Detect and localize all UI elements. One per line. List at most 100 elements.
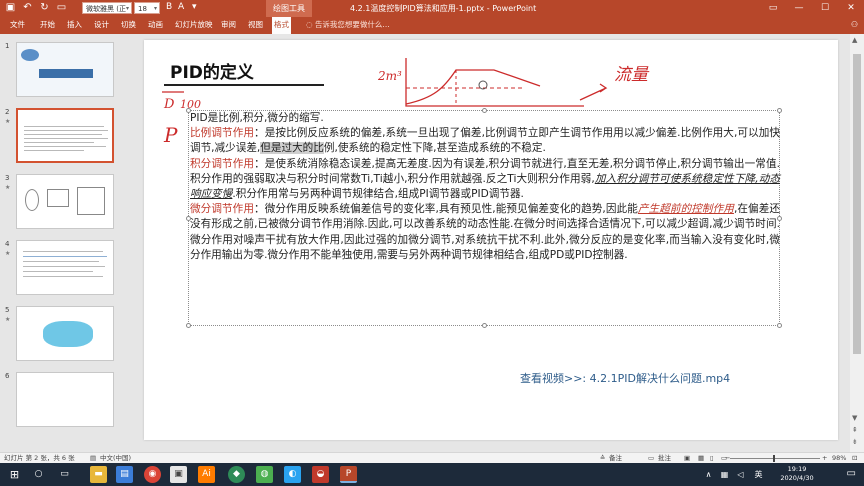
network-icon[interactable]: ▦ (716, 466, 733, 483)
slide-thumbnail-5[interactable] (16, 306, 114, 361)
notes-icon[interactable]: ≙ (600, 453, 605, 463)
start-from-beginning-icon[interactable]: ▭ (55, 1, 68, 15)
thumbnail-text-line (24, 126, 104, 127)
slide-canvas[interactable]: PID的定义 2m³ 流量 P D 100 PID是比例,积分,微分的缩写. 比… (144, 40, 838, 440)
slide-title[interactable]: PID的定义 (170, 58, 254, 83)
ink-note-flow: 流量 (614, 65, 650, 85)
tab-view[interactable]: 视图 (246, 17, 265, 32)
ink-note-volume: 2m³ (377, 69, 402, 83)
tab-review[interactable]: 审阅 (219, 17, 238, 32)
thumbnail-text-line (24, 146, 106, 147)
video-link[interactable]: 查看视频>>: 4.2.1PID解决什么问题.mp4 (520, 370, 730, 386)
d-text: ：微分作用反映系统偏差信号的变化率,具有预见性,能预见偏差变化的趋势,因此能 (254, 203, 638, 216)
app-icon[interactable]: ▤ (116, 466, 133, 483)
app-icon[interactable]: ◒ (312, 466, 329, 483)
chrome-icon[interactable]: ◉ (144, 466, 161, 483)
maximize-icon[interactable]: ☐ (812, 0, 838, 17)
zoom-slider-knob[interactable] (773, 455, 775, 462)
ribbon-options-icon[interactable]: ▭ (760, 0, 786, 17)
app-icon[interactable]: ▣ (170, 466, 187, 483)
spellcheck-icon[interactable]: ▤ (90, 453, 96, 463)
scroll-down-icon[interactable]: ▼ (852, 414, 857, 422)
d-term: 微分调节作用 (190, 203, 255, 216)
thumbnail-text-line (23, 261, 99, 262)
language-indicator[interactable]: 中文(中国) (100, 453, 131, 463)
scrollbar-thumb[interactable] (853, 54, 861, 354)
close-icon[interactable]: ✕ (838, 0, 864, 17)
task-view-icon[interactable]: ▭ (56, 466, 73, 483)
ime-indicator[interactable]: 英 (750, 466, 767, 483)
tell-me-text: 告诉我您想要做什么... (314, 20, 390, 29)
clock[interactable]: 19:19 2020/4/30 (772, 465, 822, 483)
vertical-scrollbar[interactable]: ▲ ▼ ⇞ ⇟ (850, 34, 864, 452)
font-color-icon[interactable]: A (178, 2, 184, 12)
slide-thumbnail-4[interactable] (16, 240, 114, 295)
thumbnail-text-line (23, 271, 93, 272)
tab-insert[interactable]: 插入 (65, 17, 84, 32)
notes-button[interactable]: 备注 (609, 453, 622, 463)
slide-thumbnail-2[interactable] (16, 108, 114, 163)
font-name-combo[interactable]: 微软雅黑 (正文)▾ (82, 2, 132, 25)
slide-counter: 幻灯片 第 2 张，共 6 张 (4, 454, 75, 462)
slide-thumbnail-1[interactable] (16, 42, 114, 97)
share-icon[interactable]: ⚇ (851, 17, 858, 32)
zoom-level[interactable]: 98% (832, 453, 846, 463)
thumbnail-text-line (24, 138, 108, 139)
undo-icon[interactable]: ↶ (21, 1, 34, 15)
thumbnail-text-line (23, 266, 105, 267)
app-icon[interactable]: ◐ (284, 466, 301, 483)
wechat-icon[interactable]: ◍ (256, 466, 273, 483)
slide-thumbnail-6[interactable] (16, 372, 114, 427)
taskbar: ⊞ ○ ▭ ▬ ▤ ◉ ▣ Ai ◆ ◍ ◐ ◒ P ∧ ▦ ◁ 英 19:19… (0, 463, 864, 486)
save-icon[interactable]: ▣ (4, 1, 17, 15)
notification-icon[interactable]: ▭ (847, 468, 856, 479)
tab-animations[interactable]: 动画 (146, 17, 165, 32)
thumbnail-number: 6 (5, 372, 10, 380)
reading-view-icon[interactable]: ▯ (710, 453, 714, 463)
search-icon[interactable]: ○ (30, 466, 47, 483)
thumbnail-text-line (23, 256, 107, 257)
p-text-end: 例,使系统的稳定性下降,甚至造成系统的不稳定. (323, 142, 546, 155)
comments-button[interactable]: 批注 (658, 453, 671, 463)
tab-file[interactable]: 文件 (8, 17, 27, 32)
i-paragraph: 积分调节作用：是使系统消除稳态误差,提高无差度.因为有误差,积分调节就进行,直至… (190, 157, 780, 203)
transition-star-icon: ★ (5, 184, 11, 191)
powerpoint-icon[interactable]: P (340, 466, 357, 483)
app-icon[interactable]: ◆ (228, 466, 245, 483)
tab-slideshow[interactable]: 幻灯片放映 (173, 17, 215, 32)
previous-slide-icon[interactable]: ⇞ (852, 426, 858, 434)
clock-time: 19:19 (787, 465, 807, 473)
tab-format[interactable]: 格式 (272, 17, 291, 34)
resize-handle[interactable] (186, 323, 191, 328)
body-text[interactable]: PID是比例,积分,微分的缩写. 比例调节作用：是按比例反应系统的偏差,系统一旦… (190, 111, 780, 263)
font-size-combo[interactable]: 18 ▾ (134, 2, 160, 14)
volume-icon[interactable]: ◁ (732, 466, 749, 483)
redo-icon[interactable]: ↻ (38, 1, 51, 15)
normal-view-icon[interactable]: ▣ (684, 453, 690, 463)
resize-handle[interactable] (777, 323, 782, 328)
customize-qat-icon[interactable]: ▾ (192, 2, 197, 12)
minimize-icon[interactable]: — (786, 0, 812, 17)
bold-icon[interactable]: B (166, 2, 172, 12)
zoom-slider[interactable] (730, 458, 820, 459)
resize-handle[interactable] (482, 323, 487, 328)
slide-sorter-icon[interactable]: ▦ (698, 453, 704, 463)
file-explorer-icon[interactable]: ▬ (90, 466, 107, 483)
tell-me-search[interactable]: ◌ 告诉我您想要做什么... (306, 17, 390, 32)
illustrator-icon[interactable]: Ai (198, 466, 215, 483)
slide-thumbnail-3[interactable] (16, 174, 114, 229)
windows-start-icon[interactable]: ⊞ (6, 466, 23, 483)
tab-transitions[interactable]: 切换 (119, 17, 138, 32)
chevron-down-icon: ▾ (125, 5, 129, 12)
fit-slide-icon[interactable]: ⊡ (852, 453, 857, 463)
next-slide-icon[interactable]: ⇟ (852, 438, 858, 446)
tray-up-icon[interactable]: ∧ (700, 466, 717, 483)
thumbnail-number: 3 (5, 174, 10, 182)
zoom-in-icon[interactable]: + (822, 453, 827, 463)
ribbon-tabs: 文件 开始 插入 设计 切换 动画 幻灯片放映 审阅 视图 格式 ◌ 告诉我您想… (0, 17, 864, 34)
tab-home[interactable]: 开始 (38, 17, 57, 32)
thumbnail-text-line (24, 130, 108, 131)
scroll-up-icon[interactable]: ▲ (852, 36, 857, 44)
tab-design[interactable]: 设计 (92, 17, 111, 32)
comments-icon[interactable]: ▭ (648, 453, 654, 463)
